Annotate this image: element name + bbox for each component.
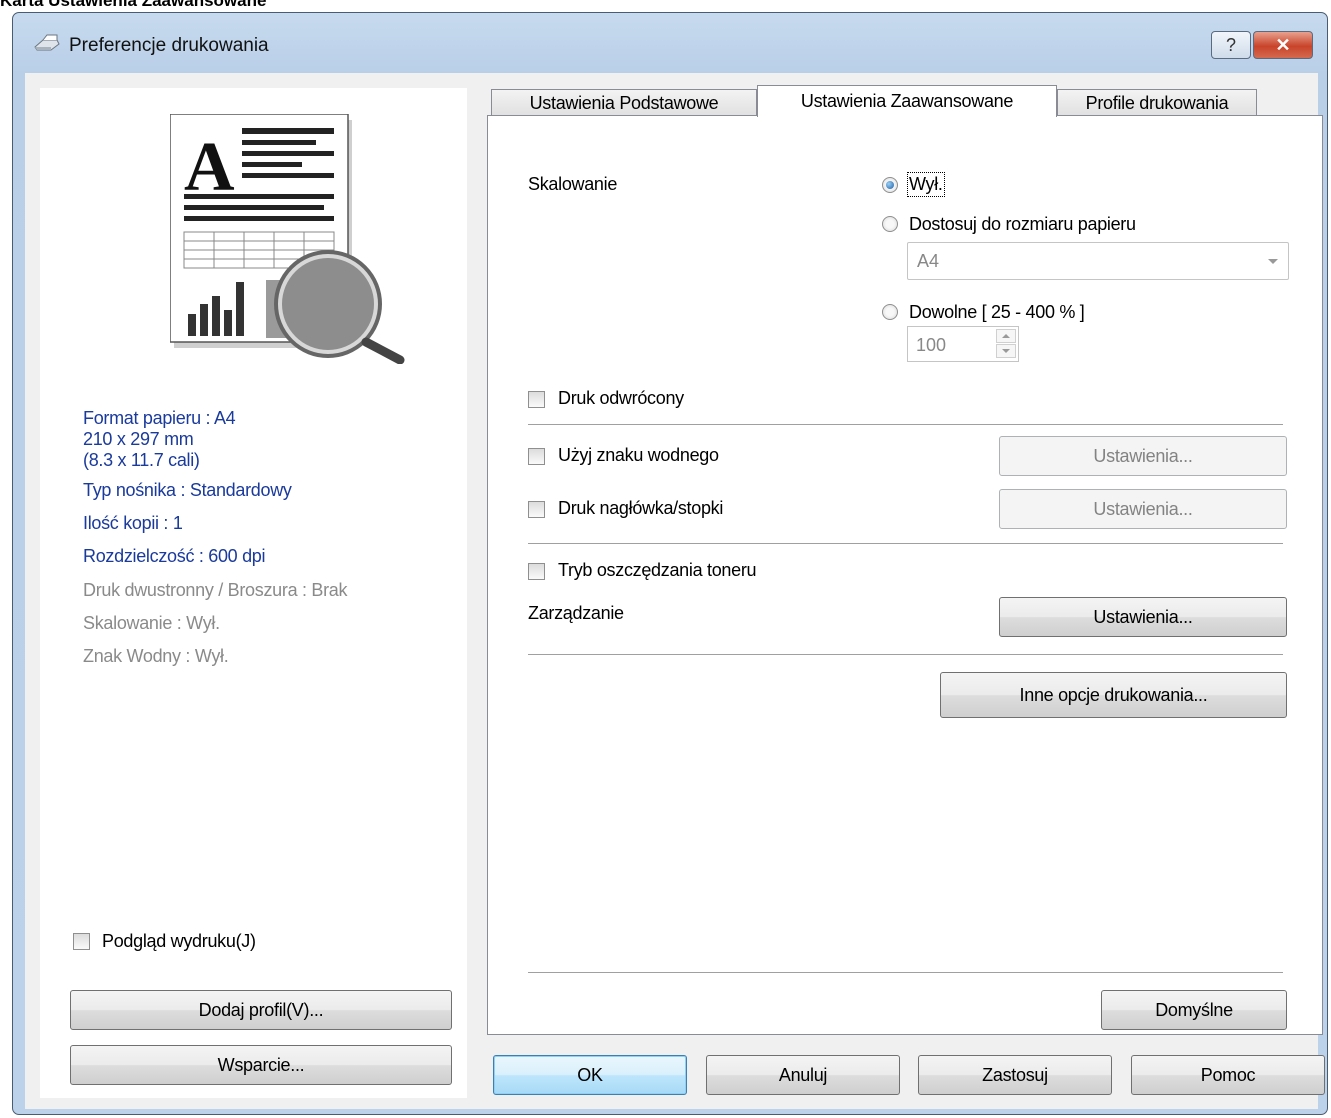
header-footer-checkbox[interactable] [528, 501, 545, 518]
reverse-print-label: Druk odwrócony [558, 388, 684, 408]
divider [528, 654, 1283, 656]
free-scaling-radio[interactable] [882, 304, 898, 320]
toner-save-checkbox[interactable] [528, 563, 545, 580]
printer-icon [34, 34, 60, 51]
chevron-down-icon [1268, 259, 1278, 264]
scaling-percent-stepper[interactable]: 100 [907, 326, 1019, 362]
defaults-button[interactable]: Domyślne [1101, 990, 1287, 1030]
divider [528, 543, 1283, 545]
spin-down-icon[interactable] [996, 344, 1016, 358]
page-caption: Karta Ustawienia Zaawansowane [0, 0, 267, 10]
divider [528, 972, 1283, 974]
header-footer-label: Druk nagłówka/stopki [558, 498, 724, 518]
divider [528, 424, 1283, 426]
ok-button[interactable]: OK [493, 1055, 687, 1095]
watermark-checkbox[interactable] [528, 448, 545, 465]
summary-line: Druk dwustronny / Broszura : Brak [83, 580, 348, 600]
tab-basic[interactable]: Ustawienia Podstawowe [491, 89, 757, 116]
scaling-off-label: Wył. [907, 172, 945, 197]
summary-line: Format papieru : A4 [83, 408, 236, 428]
header-footer-settings-button[interactable]: Ustawienia... [999, 489, 1287, 529]
add-profile-button[interactable]: Dodaj profil(V)... [70, 990, 452, 1030]
advanced-tab-panel: Skalowanie Wył. Dostosuj do rozmiaru pap… [487, 115, 1323, 1035]
apply-button[interactable]: Zastosuj [918, 1055, 1112, 1095]
summary-line: Typ nośnika : Standardowy [83, 480, 292, 500]
title-bar[interactable]: Preferencje drukowania ? ✕ [13, 13, 1327, 69]
fit-to-paper-radio[interactable] [882, 216, 898, 232]
summary-line: Skalowanie : Wył. [83, 613, 220, 633]
print-preview-checkbox[interactable] [73, 933, 90, 950]
paper-size-value: A4 [917, 251, 940, 271]
other-print-options-button[interactable]: Inne opcje drukowania... [940, 672, 1287, 718]
support-button[interactable]: Wsparcie... [70, 1045, 452, 1085]
scaling-percent-value: 100 [916, 335, 947, 355]
watermark-settings-button[interactable]: Ustawienia... [999, 436, 1287, 476]
free-scaling-label: Dowolne [ 25 - 400 % ] [909, 302, 1085, 322]
tab-print-profiles[interactable]: Profile drukowania [1057, 89, 1257, 116]
close-button[interactable]: ✕ [1253, 31, 1313, 59]
fit-to-paper-label: Dostosuj do rozmiaru papieru [909, 214, 1136, 234]
administration-settings-button[interactable]: Ustawienia... [999, 597, 1287, 637]
help-title-button[interactable]: ? [1211, 31, 1251, 59]
summary-line: Rozdzielczość : 600 dpi [83, 546, 266, 566]
toner-save-label: Tryb oszczędzania toneru [558, 560, 757, 580]
summary-line: (8.3 x 11.7 cali) [83, 450, 200, 470]
help-button[interactable]: Pomoc [1131, 1055, 1325, 1095]
tab-advanced[interactable]: Ustawienia Zaawansowane [757, 85, 1057, 117]
printing-preferences-window: Preferencje drukowania ? ✕ A Format papi… [12, 12, 1328, 1115]
cancel-button[interactable]: Anuluj [706, 1055, 900, 1095]
watermark-label: Użyj znaku wodnego [558, 445, 719, 465]
summary-line: 210 x 297 mm [83, 429, 194, 449]
scaling-label: Skalowanie [528, 174, 618, 194]
scaling-off-radio[interactable] [882, 177, 898, 193]
page-preview-illustration: A [170, 114, 405, 364]
spin-up-icon[interactable] [996, 329, 1016, 343]
preview-panel: A Format papieru: A4 210 x 297 mm (8.3 … [40, 88, 467, 1098]
reverse-print-checkbox[interactable] [528, 391, 545, 408]
summary-line: Ilość kopii : 1 [83, 513, 183, 533]
print-preview-label: Podgląd wydruku(J) [102, 931, 256, 951]
paper-size-select[interactable]: A4 [907, 242, 1289, 280]
summary-line: Znak Wodny : Wył. [83, 646, 229, 666]
dialog-client-area: A Format papieru: A4 210 x 297 mm (8.3 … [25, 73, 1325, 1109]
administration-label: Zarządzanie [528, 603, 624, 623]
window-title: Preferencje drukowania [69, 35, 269, 56]
